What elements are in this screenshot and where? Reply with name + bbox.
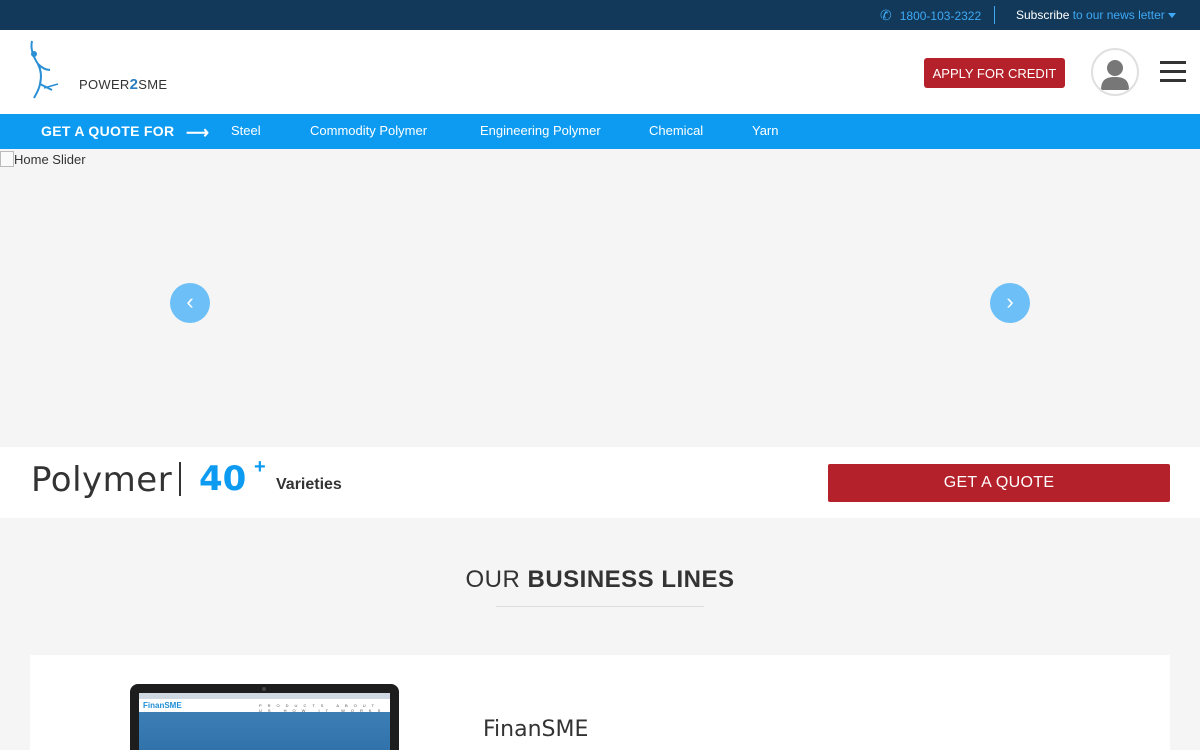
phone-number[interactable]: 1800-103-2322: [900, 9, 981, 23]
category-highlight: Polymer 40 + Varieties GET A QUOTE: [0, 447, 1200, 518]
varieties-label: Varieties: [276, 476, 342, 493]
laptop-screenshot: FinanSME PRODUCTS ABOUT US HOW IT WORKS …: [130, 684, 399, 750]
home-slider: Home Slider ‹ ›: [0, 149, 1200, 447]
slider-prev-button[interactable]: ‹: [170, 283, 210, 323]
broken-image-icon: [0, 151, 14, 167]
broken-image: Home Slider: [0, 151, 86, 167]
quote-nav-commodity-polymer[interactable]: Commodity Polymer: [310, 123, 427, 138]
logo-word-sme: SME: [138, 77, 168, 92]
screen-hero: [139, 712, 390, 750]
subscribe-dropdown[interactable]: Subscribe to our news letter: [1016, 8, 1176, 22]
heading-light: OUR: [465, 566, 521, 593]
slider-alt-text: Home Slider: [14, 151, 86, 167]
phone-contact[interactable]: ✆ 1800-103-2322: [880, 7, 981, 24]
power2sme-logo[interactable]: POWER2SME: [28, 40, 167, 102]
user-avatar-icon[interactable]: [1091, 48, 1139, 96]
logo-word-power: POWER: [79, 77, 130, 92]
get-a-quote-button[interactable]: GET A QUOTE: [828, 464, 1170, 502]
arrow-right-icon: ⟶: [186, 125, 209, 142]
chevron-down-icon: [1167, 13, 1176, 19]
person-icon: [1101, 60, 1129, 90]
topbar-divider: [994, 6, 995, 24]
hamburger-menu-icon[interactable]: [1160, 61, 1186, 83]
title-divider: [179, 462, 181, 496]
business-lines-heading: OUR BUSINESS LINES: [0, 566, 1200, 594]
business-card-finansme[interactable]: FinanSME PRODUCTS ABOUT US HOW IT WORKS …: [30, 655, 1170, 750]
heading-bold: BUSINESS LINES: [527, 566, 735, 593]
heading-underline: [496, 606, 704, 607]
subscribe-rest: to our news letter: [1072, 8, 1165, 22]
site-header: POWER2SME APPLY FOR CREDIT: [0, 30, 1200, 114]
subscribe-label: Subscribe: [1016, 8, 1070, 22]
apply-for-credit-button[interactable]: APPLY FOR CREDIT: [924, 58, 1065, 88]
quote-nav-engineering-polymer[interactable]: Engineering Polymer: [480, 123, 601, 138]
logo-wordmark: POWER2SME: [79, 76, 167, 93]
slider-next-button[interactable]: ›: [990, 283, 1030, 323]
logo-word-two: 2: [129, 76, 139, 93]
phone-icon: ✆: [880, 7, 892, 23]
business-card-title[interactable]: FinanSME: [483, 717, 588, 742]
quote-nav-steel[interactable]: Steel: [231, 123, 261, 138]
laptop-camera: [262, 687, 266, 691]
quote-nav-label: GET A QUOTE FOR: [41, 123, 175, 139]
variety-count: 40: [199, 459, 247, 499]
laptop-screen: FinanSME PRODUCTS ABOUT US HOW IT WORKS …: [139, 693, 390, 750]
quote-nav-yarn[interactable]: Yarn: [752, 123, 779, 138]
variety-count-plus: +: [254, 456, 266, 478]
quote-nav-bar: GET A QUOTE FOR ⟶ Steel Commodity Polyme…: [0, 114, 1200, 149]
category-title: Polymer: [31, 460, 173, 500]
top-bar: ✆ 1800-103-2322 Subscribe to our news le…: [0, 0, 1200, 30]
screen-brand: FinanSME: [143, 701, 182, 710]
quote-nav-chemical[interactable]: Chemical: [649, 123, 703, 138]
